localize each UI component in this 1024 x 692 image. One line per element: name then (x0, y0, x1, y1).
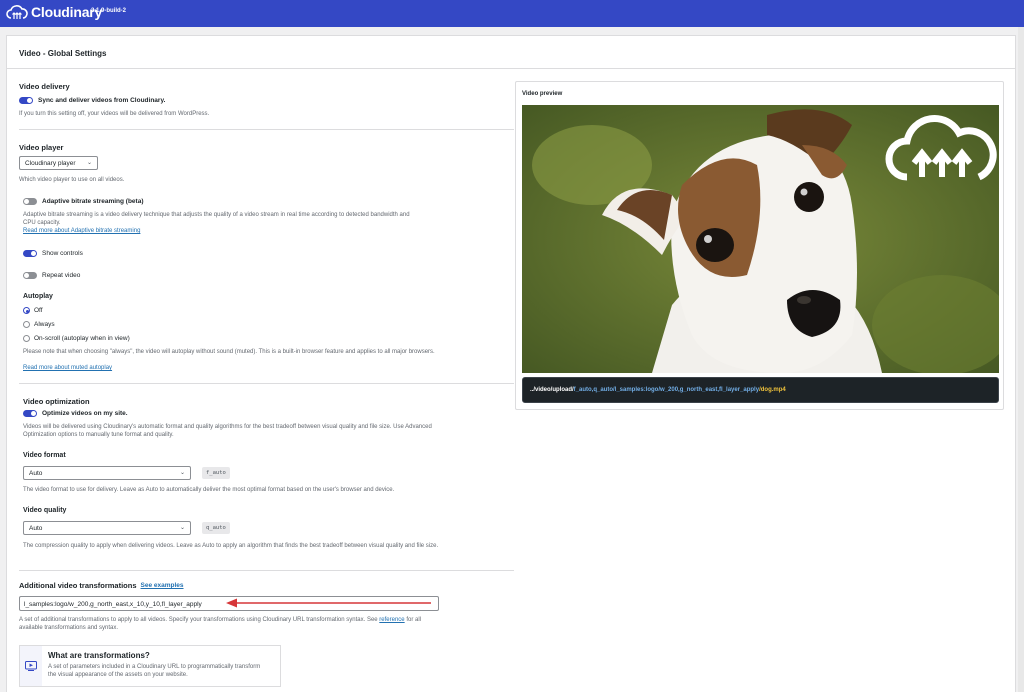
url-prefix: ../video/upload/ (530, 387, 574, 393)
red-arrow-annotation (226, 598, 431, 608)
delivery-url-bar: ../video/upload/f_auto,q_auto/l_samples:… (522, 377, 999, 403)
show-controls-row: Show controls (23, 250, 83, 257)
radio-on-scroll[interactable] (23, 335, 30, 342)
repeat-video-toggle[interactable] (23, 272, 37, 279)
video-quality-title: Video quality (23, 507, 67, 514)
settings-panel: Video - Global Settings Video delivery S… (6, 35, 1016, 692)
sync-delivery-label: Sync and deliver videos from Cloudinary. (38, 97, 166, 104)
autoplay-option-on-scroll[interactable]: On-scroll (autoplay when in view) (23, 335, 130, 342)
url-transformation: f_auto,q_auto/l_samples:logo/w_200,g_nor… (573, 387, 760, 393)
show-controls-toggle[interactable] (23, 250, 37, 257)
video-preview-title: Video preview (522, 91, 563, 97)
chevron-down-icon: ⌄ (179, 470, 185, 476)
abr-label: Adaptive bitrate streaming (beta) (42, 198, 144, 205)
top-bar: Cloudinary 3.1.9-build-2 (0, 0, 1024, 27)
divider (19, 383, 514, 384)
transformations-desc-pre: A set of additional transformations to a… (19, 617, 378, 623)
info-card-icon-area (20, 646, 42, 686)
optimization-description: Videos will be delivered using Cloudinar… (23, 424, 432, 438)
reference-link[interactable]: reference (379, 617, 404, 623)
video-player-icon (25, 661, 37, 671)
version-label: 3.1.9-build-2 (91, 8, 127, 14)
video-player-title: Video player (19, 143, 64, 152)
video-format-title: Video format (23, 452, 66, 459)
radio-always[interactable] (23, 321, 30, 328)
abr-description: Adaptive bitrate streaming is a video de… (23, 212, 410, 226)
muted-autoplay-link[interactable]: Read more about muted autoplay (23, 365, 112, 371)
autoplay-option-always[interactable]: Always (23, 321, 55, 328)
delivery-description: If you turn this setting off, your video… (19, 111, 210, 117)
divider (19, 570, 514, 571)
see-examples-link[interactable]: See examples (141, 582, 184, 589)
sync-delivery-row: Sync and deliver videos from Cloudinary. (19, 97, 165, 104)
optimize-row: Optimize videos on my site. (23, 410, 128, 417)
video-preview-panel: Video preview ../video/upload/f_auto,q_a… (515, 81, 1004, 410)
chevron-down-icon: ⌄ (86, 160, 92, 166)
autoplay-note: Please note that when choosing "always",… (23, 349, 435, 355)
video-quality-select[interactable]: Auto ⌄ (23, 521, 191, 535)
optimize-label: Optimize videos on my site. (42, 410, 128, 417)
video-format-selected: Auto (29, 470, 43, 477)
chevron-down-icon: ⌄ (179, 525, 185, 531)
video-delivery-title: Video delivery (19, 82, 70, 91)
video-quality-selected: Auto (29, 525, 43, 532)
quality-code-badge: q_auto (202, 522, 230, 534)
video-player-selected: Cloudinary player (25, 160, 76, 167)
video-player[interactable] (522, 105, 999, 373)
transformations-description: A set of additional transformations to a… (19, 616, 439, 632)
transformations-info-card: What are transformations? A set of param… (19, 645, 281, 687)
abr-row: Adaptive bitrate streaming (beta) (23, 198, 144, 205)
info-card-body: What are transformations? A set of param… (42, 646, 263, 686)
player-description: Which video player to use on all videos. (19, 177, 125, 183)
repeat-video-row: Repeat video (23, 272, 80, 279)
cloudinary-logo: Cloudinary (6, 4, 102, 20)
format-description: The video format to use for delivery. Le… (23, 487, 395, 493)
url-filename: /dog.mp4 (759, 387, 786, 393)
dog-video-frame (522, 105, 999, 373)
video-optimization-title: Video optimization (23, 397, 90, 406)
quality-description: The compression quality to apply when de… (23, 543, 439, 549)
show-controls-label: Show controls (42, 250, 83, 257)
info-card-text: A set of parameters included in a Cloudi… (48, 664, 261, 678)
autoplay-title: Autoplay (23, 293, 53, 300)
transformations-header: Additional video transformations See exa… (19, 581, 184, 590)
optimize-toggle[interactable] (23, 410, 37, 417)
radio-off[interactable] (23, 307, 30, 314)
transformations-title: Additional video transformations (19, 581, 137, 590)
page-scrollbar[interactable] (1018, 27, 1024, 692)
cloud-logo-icon (6, 5, 28, 19)
autoplay-option-off[interactable]: Off (23, 307, 43, 314)
autoplay-off-label: Off (34, 307, 43, 314)
abr-read-more-link[interactable]: Read more about Adaptive bitrate streami… (23, 228, 140, 234)
sync-delivery-toggle[interactable] (19, 97, 33, 104)
video-format-select[interactable]: Auto ⌄ (23, 466, 191, 480)
divider (19, 129, 514, 130)
autoplay-always-label: Always (34, 321, 55, 328)
page-title: Video - Global Settings (7, 36, 1015, 69)
info-card-title: What are transformations? (48, 651, 150, 660)
video-player-select[interactable]: Cloudinary player ⌄ (19, 156, 98, 170)
repeat-video-label: Repeat video (42, 272, 81, 279)
format-code-badge: f_auto (202, 467, 230, 479)
abr-toggle[interactable] (23, 198, 37, 205)
autoplay-on-scroll-label: On-scroll (autoplay when in view) (34, 335, 130, 342)
